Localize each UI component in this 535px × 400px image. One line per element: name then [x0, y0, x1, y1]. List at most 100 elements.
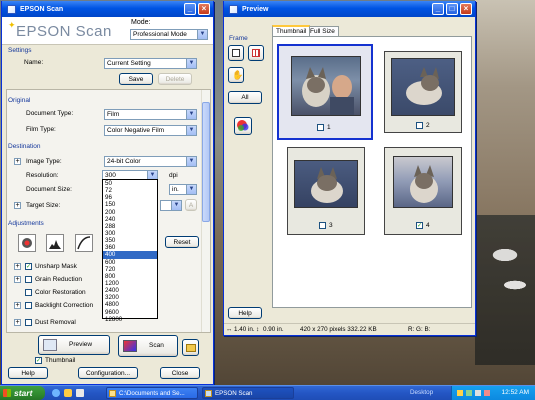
thumbnail-frame-2[interactable]: 2	[384, 51, 462, 133]
color-correction-button[interactable]	[234, 117, 252, 135]
unsharp-checkbox[interactable]: ✓	[25, 263, 32, 270]
unsharp-expand[interactable]: +	[14, 263, 21, 270]
backlight-expand[interactable]: +	[14, 302, 21, 309]
close-window-button[interactable]: ×	[460, 3, 472, 15]
thumbnail-frame-3[interactable]: 3	[287, 147, 365, 235]
close-button[interactable]: Close	[160, 367, 200, 379]
resolution-option[interactable]: 12800	[103, 316, 157, 323]
maximize-button[interactable]: □	[446, 3, 458, 15]
scan-button[interactable]: Scan	[118, 335, 178, 357]
preview-help-button[interactable]: Help	[228, 307, 262, 319]
help-button[interactable]: Help	[8, 367, 48, 379]
resolution-option[interactable]: 3200	[103, 294, 157, 301]
close-window-button[interactable]: ×	[198, 3, 210, 15]
resolution-option[interactable]: 300	[103, 230, 157, 237]
resolution-option[interactable]: 1200	[103, 280, 157, 287]
minimize-button[interactable]: _	[184, 3, 196, 15]
tray-icon[interactable]	[484, 390, 490, 396]
tray-icon[interactable]	[475, 390, 481, 396]
thumbnail-frame-1[interactable]: 1	[277, 44, 373, 140]
media-quicklaunch-icon[interactable]	[64, 389, 72, 397]
resolution-option[interactable]: 800	[103, 273, 157, 280]
chevron-down-icon: ▼	[186, 157, 196, 166]
tab-full-size[interactable]: Full Size	[306, 26, 339, 36]
resolution-option[interactable]: 4800	[103, 301, 157, 308]
target-size-select[interactable]: ▼	[160, 200, 182, 211]
desktop-quicklaunch-icon[interactable]	[76, 389, 84, 397]
name-select[interactable]: Current Setting ▼	[104, 58, 197, 69]
resolution-option[interactable]: 400	[103, 251, 157, 259]
tray-icon[interactable]	[457, 390, 463, 396]
start-button[interactable]: start	[0, 386, 45, 400]
configuration-button[interactable]: Configuration...	[78, 367, 138, 379]
mode-select[interactable]: Professional Mode ▼	[130, 29, 208, 40]
dust-expand[interactable]: +	[14, 319, 21, 326]
delete-button[interactable]: Delete	[158, 73, 192, 85]
color-restoration-checkbox[interactable]	[25, 289, 32, 296]
target-size-expand[interactable]: +	[14, 202, 21, 209]
resolution-label: Resolution:	[26, 172, 59, 179]
histogram-icon[interactable]	[46, 234, 64, 252]
settings-header: Settings	[8, 47, 32, 54]
preview-titlebar[interactable]: Preview _ □ ×	[224, 1, 475, 17]
all-button[interactable]: All	[228, 91, 262, 104]
scrollbar-thumb[interactable]	[202, 102, 210, 222]
preview-button[interactable]: Preview	[38, 335, 110, 355]
epson-titlebar[interactable]: EPSON Scan _ ×	[2, 1, 213, 17]
resolution-option[interactable]: 9600	[103, 309, 157, 316]
backlight-checkbox[interactable]	[25, 302, 32, 309]
text-orientation-button[interactable]: A	[185, 199, 197, 211]
grain-checkbox[interactable]	[25, 276, 32, 283]
resolution-option[interactable]: 50	[103, 180, 157, 187]
tray-icon[interactable]	[466, 390, 472, 396]
image-type-select[interactable]: 24-bit Color ▼	[104, 156, 197, 167]
preview-statusbar: ↔ 1.40 in. ↕ 0.90 in. 420 x 270 pixels 3…	[224, 323, 475, 335]
image-type-expand[interactable]: +	[14, 158, 21, 165]
auto-exposure-icon[interactable]	[18, 234, 36, 252]
thumbnail-checkbox-1[interactable]	[317, 124, 324, 131]
task-epson-scan[interactable]: EPSON Scan	[202, 387, 294, 399]
resolution-value: 300	[105, 172, 116, 179]
resolution-option[interactable]: 96	[103, 194, 157, 201]
film-type-label: Film Type:	[26, 126, 56, 133]
tab-thumbnail[interactable]: Thumbnail	[272, 25, 311, 36]
resolution-option[interactable]: 600	[103, 259, 157, 266]
folder-button[interactable]	[182, 339, 199, 356]
thumbnail-frame-4[interactable]: ✓ 4	[384, 147, 462, 235]
desktop-toolbar-label[interactable]: Desktop	[410, 386, 433, 400]
thumbnail-checkbox-3[interactable]	[319, 222, 326, 229]
document-size-unit-select[interactable]: in. ▼	[169, 184, 197, 195]
resolution-unit: dpi	[169, 172, 178, 179]
tone-curve-icon[interactable]	[75, 234, 93, 252]
grain-expand[interactable]: +	[14, 276, 21, 283]
resolution-option[interactable]: 2400	[103, 287, 157, 294]
resolution-option[interactable]: 350	[103, 237, 157, 244]
resolution-option[interactable]: 200	[103, 209, 157, 216]
resolution-option[interactable]: 288	[103, 223, 157, 230]
resolution-option[interactable]: 360	[103, 244, 157, 251]
adjustments-header: Adjustments	[8, 220, 44, 227]
frame-tool-button[interactable]	[228, 45, 244, 61]
hand-tool-button[interactable]: ✋	[228, 67, 244, 83]
resolution-option[interactable]: 72	[103, 187, 157, 194]
thumbnail-checkbox-4[interactable]: ✓	[416, 222, 423, 229]
vertical-scrollbar[interactable]	[201, 90, 210, 332]
task-documents[interactable]: C:\Documents and Se...	[106, 387, 198, 399]
minimize-button[interactable]: _	[432, 3, 444, 15]
status-height: 0.90 in.	[263, 326, 284, 333]
resolution-option[interactable]: 150	[103, 201, 157, 208]
reset-button[interactable]: Reset	[165, 236, 199, 248]
film-type-select[interactable]: Color Negative Film ▼	[104, 125, 197, 136]
browser-quicklaunch-icon[interactable]	[52, 389, 60, 397]
resolution-dropdown-list[interactable]: 50 72 96 150 200 240 288 300 350 360 400 600 720 800 1…	[102, 179, 158, 323]
thumbnail-checkbox-2[interactable]	[416, 122, 423, 129]
resolution-option[interactable]: 720	[103, 266, 157, 273]
preview-icon	[43, 339, 57, 351]
resolution-option[interactable]: 240	[103, 216, 157, 223]
document-type-select[interactable]: Film ▼	[104, 109, 197, 120]
thumbnail-number-1: 1	[327, 124, 331, 131]
dust-checkbox[interactable]	[25, 319, 32, 326]
frame-grid-button[interactable]	[248, 45, 264, 61]
save-button[interactable]: Save	[119, 73, 153, 85]
thumbnail-checkbox[interactable]: ✓	[35, 357, 42, 364]
